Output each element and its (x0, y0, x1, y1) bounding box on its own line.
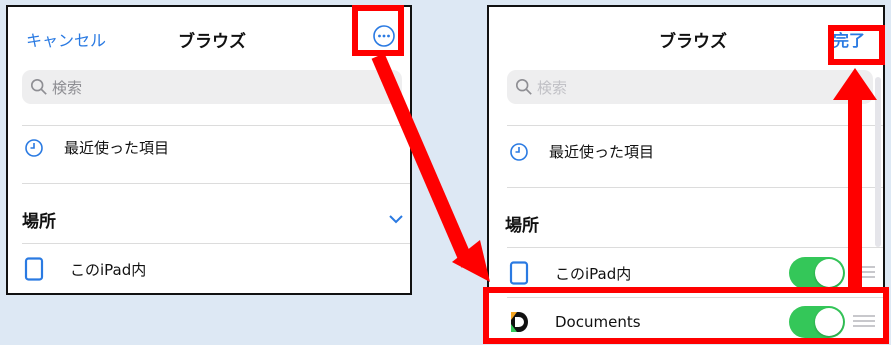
arrow-to-done (848, 98, 862, 288)
arrow-to-documents (371, 53, 475, 268)
arrow-head (833, 68, 877, 100)
annotation-arrows (371, 53, 877, 288)
